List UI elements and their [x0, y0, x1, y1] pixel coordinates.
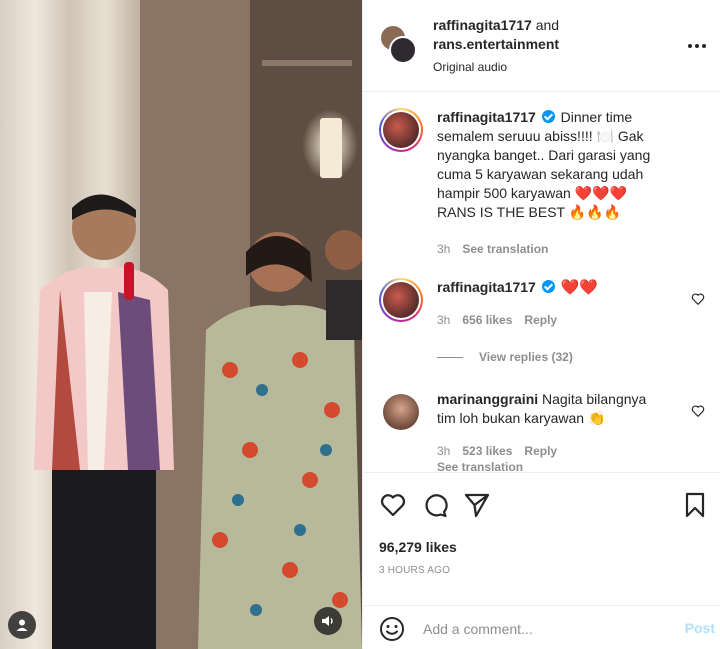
reply-button[interactable]: Reply [524, 313, 557, 327]
instagram-post-view: raffinagita1717 and rans.entertainment O… [0, 0, 720, 649]
heart-icon[interactable] [691, 292, 705, 306]
comment-text-block: marinanggraini Nagita bilangnya tim loh … [437, 390, 667, 428]
more-options-button[interactable] [685, 36, 709, 56]
comment-time: 3h [437, 444, 451, 458]
more-dot [702, 44, 706, 48]
avatar[interactable] [379, 108, 423, 152]
view-replies-label: View replies (32) [479, 350, 573, 364]
add-comment-bar: Post [363, 605, 720, 649]
caption-text-block: raffinagita1717 Dinner time semalem seru… [437, 108, 667, 222]
comment-likes[interactable]: 656 likes [462, 313, 512, 327]
post-timestamp[interactable]: 3 HOURS AGO [379, 565, 450, 576]
post-comment-button[interactable]: Post [685, 620, 715, 636]
action-bar [379, 491, 709, 519]
verified-badge-icon [541, 110, 555, 123]
heart-icon[interactable] [379, 491, 407, 519]
comment-text-block: raffinagita1717 ❤️❤️ [437, 278, 667, 297]
comments-list[interactable]: raffinagita1717 Dinner time semalem seru… [363, 92, 720, 472]
comment-item: raffinagita1717 ❤️❤️ 3h 656 likes Reply [379, 278, 709, 358]
more-dot [688, 44, 692, 48]
avatar[interactable] [379, 278, 423, 322]
author-link[interactable]: rans.entertainment [433, 36, 559, 52]
view-replies-button[interactable]: View replies (32) [437, 350, 573, 364]
emoji-icon[interactable] [379, 616, 405, 642]
tagged-users-button[interactable] [8, 611, 36, 639]
speaker-icon [322, 616, 333, 626]
bookmark-icon[interactable] [681, 491, 709, 519]
video-frame [0, 0, 362, 649]
audio-link[interactable]: Original audio [433, 60, 507, 74]
post-authors: raffinagita1717 and rans.entertainment [433, 16, 559, 54]
collab-avatars[interactable] [379, 24, 419, 66]
author-link[interactable]: raffinagita1717 [433, 17, 532, 33]
comment-meta: 3h 523 likes Reply [437, 444, 557, 458]
post-side-panel: raffinagita1717 and rans.entertainment O… [362, 0, 720, 649]
post-actions: 96,279 likes 3 HOURS AGO Post [363, 472, 720, 649]
caption: raffinagita1717 Dinner time semalem seru… [379, 108, 709, 258]
divider-line [437, 356, 463, 358]
user-icon [16, 619, 28, 631]
comment-icon[interactable] [421, 491, 449, 519]
comment-likes[interactable]: 523 likes [462, 444, 512, 458]
share-icon[interactable] [463, 491, 491, 519]
caption-meta: 3h See translation [437, 242, 548, 256]
caption-time: 3h [437, 242, 451, 256]
audio-toggle-button[interactable] [314, 607, 342, 635]
comment-text: ❤️❤️ [560, 279, 598, 296]
heart-icon[interactable] [691, 404, 705, 418]
reply-button[interactable]: Reply [524, 444, 557, 458]
comment-meta: 3h 656 likes Reply [437, 313, 557, 327]
comment-time: 3h [437, 313, 451, 327]
comment-username[interactable]: raffinagita1717 [437, 279, 536, 295]
see-translation-link[interactable]: See translation [462, 242, 548, 256]
post-header: raffinagita1717 and rans.entertainment O… [363, 0, 720, 92]
comment-item: marinanggraini Nagita bilangnya tim loh … [379, 390, 709, 472]
comment-meta: See translation [437, 460, 523, 472]
more-dot [695, 44, 699, 48]
comment-username[interactable]: marinanggraini [437, 391, 538, 407]
avatar[interactable] [389, 36, 417, 64]
caption-text: Dinner time semalem seruuu abiss!!!! 🍽️ … [437, 109, 651, 220]
reel-video[interactable] [0, 0, 362, 649]
likes-count[interactable]: 96,279 likes [379, 539, 457, 555]
see-translation-link[interactable]: See translation [437, 460, 523, 472]
avatar[interactable] [383, 394, 419, 430]
verified-badge-icon [541, 280, 555, 293]
comment-input[interactable] [423, 616, 653, 642]
and-text: and [535, 17, 560, 33]
caption-username[interactable]: raffinagita1717 [437, 109, 536, 125]
